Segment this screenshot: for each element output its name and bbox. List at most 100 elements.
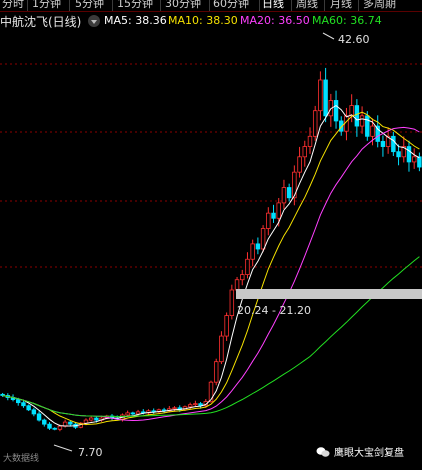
candle-body bbox=[125, 412, 130, 416]
candle bbox=[219, 331, 224, 365]
candle-body bbox=[88, 417, 94, 421]
candle-body bbox=[193, 403, 198, 406]
candle bbox=[411, 148, 417, 169]
tab-divider bbox=[209, 0, 210, 11]
tab-1min[interactable]: 1分钟 bbox=[32, 0, 61, 11]
candle-body bbox=[286, 187, 292, 199]
candle-body bbox=[411, 156, 417, 163]
candle-body bbox=[245, 258, 250, 276]
candle-body bbox=[260, 228, 266, 250]
candle-body bbox=[187, 404, 193, 408]
candle bbox=[266, 207, 271, 236]
candle-body bbox=[31, 409, 37, 415]
tab-divider bbox=[291, 0, 292, 11]
high-pointer bbox=[322, 32, 335, 40]
candle bbox=[333, 90, 339, 129]
candle bbox=[109, 414, 115, 421]
tab-divider bbox=[324, 0, 325, 11]
candle-body bbox=[396, 151, 401, 158]
candle-body bbox=[297, 156, 302, 173]
candle-body bbox=[94, 417, 99, 421]
tab-15min[interactable]: 15分钟 bbox=[117, 0, 153, 11]
candle-body bbox=[52, 427, 57, 430]
candle bbox=[281, 179, 287, 210]
candle bbox=[250, 239, 255, 267]
candle bbox=[0, 392, 5, 397]
candle-body bbox=[26, 405, 31, 411]
candle-body bbox=[172, 407, 177, 410]
candle bbox=[229, 284, 235, 320]
range-bar-label: 20.24 - 21.20 bbox=[237, 304, 311, 317]
candle bbox=[307, 127, 313, 154]
candle bbox=[151, 408, 156, 414]
candle-body bbox=[406, 146, 412, 163]
tab-multi-period[interactable]: 多周期 bbox=[363, 0, 396, 11]
candle-body bbox=[359, 115, 365, 127]
candle-body bbox=[333, 100, 339, 122]
tab-30min[interactable]: 30分钟 bbox=[165, 0, 201, 11]
low-pointer bbox=[53, 444, 73, 452]
candlestick-chart[interactable]: 20.24 - 21.20 42.60 7.70 bbox=[0, 31, 422, 470]
ma10-line bbox=[2, 111, 420, 426]
footer-logo-text: 大数据线 bbox=[3, 454, 40, 464]
candle bbox=[359, 106, 365, 134]
candle-body bbox=[312, 110, 318, 137]
candle-body bbox=[417, 156, 422, 168]
candle-body bbox=[130, 412, 136, 415]
candle-body bbox=[302, 146, 308, 158]
candle bbox=[286, 183, 292, 202]
tab-fenshi[interactable]: 分时 bbox=[2, 0, 24, 11]
candle-body bbox=[365, 115, 370, 137]
ma10-label: MA10: 38.30 bbox=[168, 14, 238, 27]
candle bbox=[302, 140, 308, 167]
candle-body bbox=[391, 135, 396, 153]
candle bbox=[224, 312, 229, 341]
tab-divider bbox=[69, 0, 70, 11]
candle bbox=[375, 115, 380, 148]
candle bbox=[26, 404, 31, 412]
candle bbox=[297, 146, 302, 178]
candle-body bbox=[42, 419, 47, 425]
candle-body bbox=[276, 202, 281, 219]
candle bbox=[31, 407, 37, 417]
chevron-down-icon[interactable] bbox=[88, 15, 100, 27]
tab-5min[interactable]: 5分钟 bbox=[75, 0, 104, 11]
candle-body bbox=[271, 212, 276, 219]
period-tabbar: 分时 1分钟 5分钟 15分钟 30分钟 60分钟 日线 周线 月线 多周期 bbox=[0, 0, 422, 12]
candle bbox=[193, 400, 198, 407]
candle-body bbox=[240, 274, 245, 281]
candle bbox=[245, 252, 250, 279]
candle-body bbox=[47, 423, 52, 429]
candle-body bbox=[380, 141, 386, 147]
stock-title: 中航沈飞(日线) bbox=[0, 15, 82, 29]
tab-divider bbox=[160, 0, 161, 11]
candle bbox=[323, 67, 328, 123]
candle bbox=[52, 427, 57, 431]
ma20-label: MA20: 36.50 bbox=[240, 14, 310, 27]
low-price-label: 7.70 bbox=[78, 446, 103, 459]
candle bbox=[255, 237, 261, 255]
candle bbox=[396, 144, 401, 166]
candle bbox=[36, 411, 42, 422]
candle-body bbox=[354, 105, 360, 127]
candle-body bbox=[68, 421, 73, 425]
candle-body bbox=[219, 335, 224, 363]
candle bbox=[42, 418, 47, 427]
candle-body bbox=[224, 315, 229, 337]
tab-weekly[interactable]: 周线 bbox=[296, 0, 318, 11]
candle-body bbox=[234, 279, 240, 291]
candle bbox=[47, 422, 52, 430]
tab-divider bbox=[358, 0, 359, 11]
tab-60min[interactable]: 60分钟 bbox=[213, 0, 249, 11]
candle-body bbox=[370, 125, 375, 137]
tab-divider bbox=[27, 0, 28, 11]
candle bbox=[213, 358, 219, 386]
ma5-line bbox=[2, 104, 420, 427]
tab-monthly[interactable]: 月线 bbox=[330, 0, 352, 11]
tab-divider bbox=[259, 0, 260, 11]
tab-daily[interactable]: 日线 bbox=[262, 0, 284, 11]
candle bbox=[318, 71, 323, 121]
candle-body bbox=[255, 243, 261, 250]
candle-body bbox=[323, 79, 328, 117]
ma60-label: MA60: 36.74 bbox=[312, 14, 382, 27]
